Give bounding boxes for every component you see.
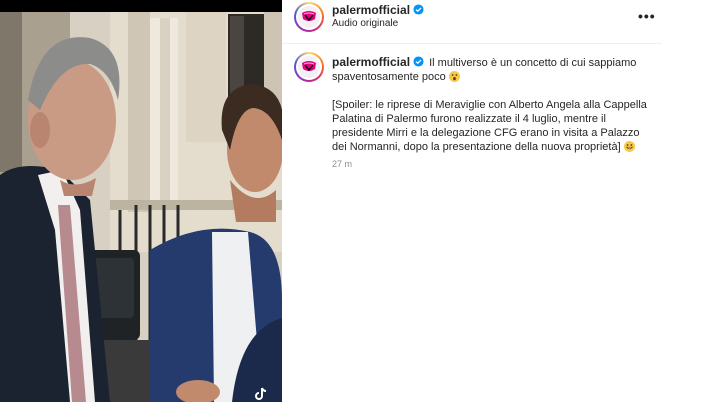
caption-author-avatar[interactable] [294, 52, 324, 82]
caption-author-username[interactable]: palermofficial [332, 55, 424, 69]
more-options-icon[interactable]: ••• [638, 8, 656, 24]
author-avatar[interactable] [294, 2, 324, 32]
verified-badge-icon [413, 56, 424, 67]
author-username[interactable]: palermofficial [332, 3, 424, 17]
grinning-face-emoji-icon [623, 141, 635, 152]
post-caption: palermofficial Il multiverso è un concet… [332, 55, 652, 154]
audio-label[interactable]: Audio originale [332, 18, 398, 29]
caption-spoiler-text: [Spoiler: le riprese di Meraviglie con A… [332, 99, 647, 153]
palermo-crest-icon [298, 6, 320, 28]
post-panel: palermofficial Audio originale ••• paler… [282, 0, 712, 402]
astonished-face-emoji-icon [448, 71, 460, 82]
post-header: palermofficial Audio originale ••• [282, 0, 662, 44]
verified-badge-icon [413, 4, 424, 15]
post-photo [0, 0, 282, 402]
palermo-crest-icon [298, 56, 320, 78]
post-timestamp[interactable]: 27 m [332, 159, 352, 169]
caption-author-username-text: palermofficial [332, 55, 411, 69]
author-username-text: palermofficial [332, 3, 411, 17]
tiktok-logo-icon [255, 387, 267, 400]
post-media[interactable] [0, 0, 282, 402]
